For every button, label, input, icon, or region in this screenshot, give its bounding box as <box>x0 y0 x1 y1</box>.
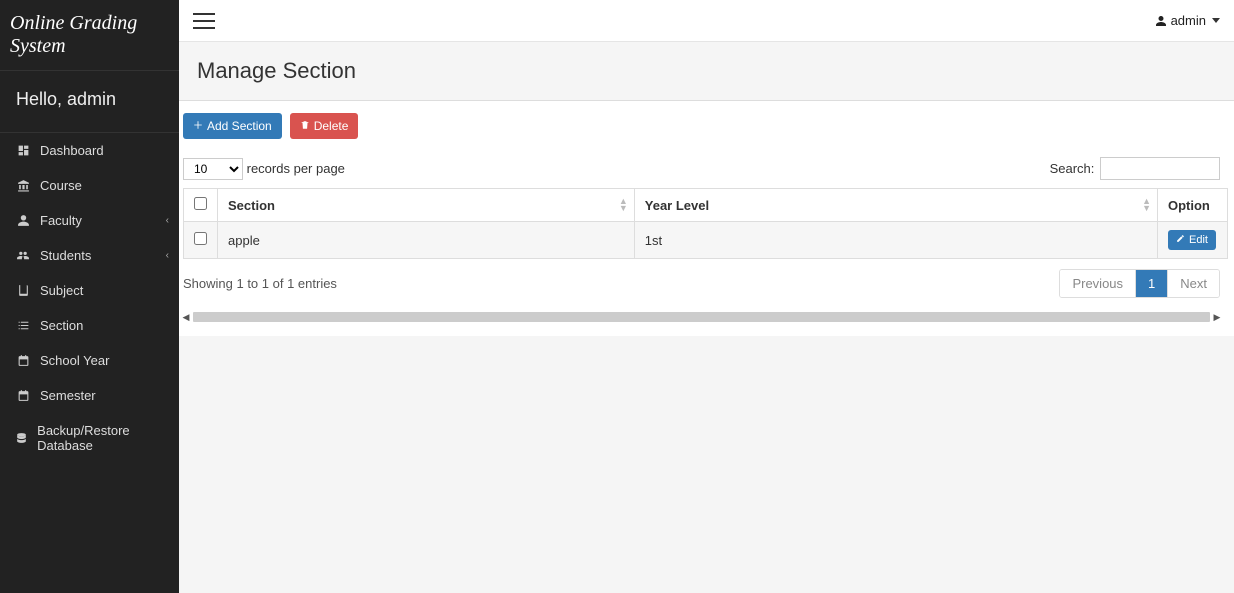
sidebar-item-dashboard[interactable]: Dashboard <box>0 133 179 168</box>
topbar: admin <box>179 0 1234 42</box>
chevron-left-icon: ‹ <box>166 250 169 261</box>
row-select-cell <box>184 222 218 259</box>
calendar-icon <box>14 354 32 367</box>
sidebar-item-faculty[interactable]: Faculty ‹ <box>0 203 179 238</box>
scroll-left-icon: ◀ <box>179 312 193 323</box>
sections-table: Section ▲▼ Year Level ▲▼ Option <box>183 188 1228 259</box>
sidebar-item-subject[interactable]: Subject <box>0 273 179 308</box>
sidebar-item-semester[interactable]: Semester <box>0 378 179 413</box>
search-input[interactable] <box>1100 157 1220 180</box>
button-label: Delete <box>314 119 349 133</box>
table-footer: Showing 1 to 1 of 1 entries Previous 1 N… <box>179 259 1224 308</box>
cell-section: apple <box>218 222 635 259</box>
user-label: admin <box>1171 13 1206 28</box>
button-label: Edit <box>1189 234 1208 246</box>
length-select[interactable]: 10 <box>183 158 243 180</box>
sort-icon: ▲▼ <box>1142 198 1151 212</box>
sort-icon: ▲▼ <box>619 198 628 212</box>
main-area: admin Manage Section Add Section <box>179 0 1234 593</box>
search-box: Search: <box>1050 157 1220 180</box>
calendar-icon <box>14 389 32 402</box>
sidebar-item-label: School Year <box>40 353 109 368</box>
sidebar-item-label: Faculty <box>40 213 82 228</box>
users-icon <box>14 249 32 262</box>
delete-button[interactable]: Delete <box>290 113 359 139</box>
sidebar-item-label: Course <box>40 178 82 193</box>
horizontal-scrollbar[interactable]: ◀ ▶ <box>179 310 1224 324</box>
pagination-prev[interactable]: Previous <box>1060 270 1135 297</box>
content-inner: Add Section Delete 10 records pe <box>179 101 1234 336</box>
page-title: Manage Section <box>179 42 1234 101</box>
pagination-page-1[interactable]: 1 <box>1135 270 1167 297</box>
list-icon <box>14 319 32 332</box>
sidebar-nav: Dashboard Course Faculty ‹ Students <box>0 133 179 463</box>
sidebar-item-label: Subject <box>40 283 83 298</box>
sidebar-item-course[interactable]: Course <box>0 168 179 203</box>
search-label: Search: <box>1050 161 1095 176</box>
cell-year-level: 1st <box>634 222 1157 259</box>
sidebar: Online Grading System Hello, admin Dashb… <box>0 0 179 593</box>
pagination: Previous 1 Next <box>1059 269 1220 298</box>
table-row: apple 1st Edit <box>184 222 1228 259</box>
scroll-track <box>193 312 1210 322</box>
select-all-header <box>184 189 218 222</box>
sidebar-item-label: Backup/Restore Database <box>37 423 165 453</box>
sidebar-item-label: Semester <box>40 388 96 403</box>
database-icon <box>14 432 29 445</box>
edit-button[interactable]: Edit <box>1168 230 1216 250</box>
app-brand: Online Grading System <box>0 0 179 71</box>
pagination-next[interactable]: Next <box>1167 270 1219 297</box>
table-header-row: Section ▲▼ Year Level ▲▼ Option <box>184 189 1228 222</box>
menu-toggle-button[interactable] <box>193 13 215 29</box>
col-section[interactable]: Section ▲▼ <box>218 189 635 222</box>
edit-icon <box>1176 234 1185 246</box>
sidebar-item-label: Section <box>40 318 83 333</box>
sidebar-item-label: Dashboard <box>40 143 104 158</box>
content-area: Manage Section Add Section Delete <box>179 42 1234 593</box>
sidebar-item-students[interactable]: Students ‹ <box>0 238 179 273</box>
records-per-page: 10 records per page <box>183 158 345 180</box>
select-all-checkbox[interactable] <box>194 197 207 210</box>
scroll-right-icon: ▶ <box>1210 312 1224 323</box>
dashboard-icon <box>14 144 32 157</box>
length-suffix: records per page <box>247 161 345 176</box>
institution-icon <box>14 179 32 192</box>
add-section-button[interactable]: Add Section <box>183 113 282 139</box>
sidebar-item-label: Students <box>40 248 91 263</box>
plus-icon <box>193 119 203 133</box>
greeting: Hello, admin <box>0 71 179 133</box>
caret-down-icon <box>1212 18 1220 23</box>
action-button-row: Add Section Delete <box>179 113 1224 157</box>
col-year-level[interactable]: Year Level ▲▼ <box>634 189 1157 222</box>
sidebar-item-backup[interactable]: Backup/Restore Database <box>0 413 179 463</box>
chevron-left-icon: ‹ <box>166 215 169 226</box>
trash-icon <box>300 119 310 133</box>
cell-option: Edit <box>1158 222 1228 259</box>
button-label: Add Section <box>207 119 272 133</box>
user-icon <box>14 214 32 227</box>
user-menu[interactable]: admin <box>1155 13 1220 28</box>
sidebar-item-school-year[interactable]: School Year <box>0 343 179 378</box>
col-option: Option <box>1158 189 1228 222</box>
table-info: Showing 1 to 1 of 1 entries <box>183 276 337 291</box>
book-icon <box>14 284 32 297</box>
row-checkbox[interactable] <box>194 232 207 245</box>
table-controls: 10 records per page Search: <box>179 157 1224 188</box>
sidebar-item-section[interactable]: Section <box>0 308 179 343</box>
user-icon <box>1155 15 1167 27</box>
